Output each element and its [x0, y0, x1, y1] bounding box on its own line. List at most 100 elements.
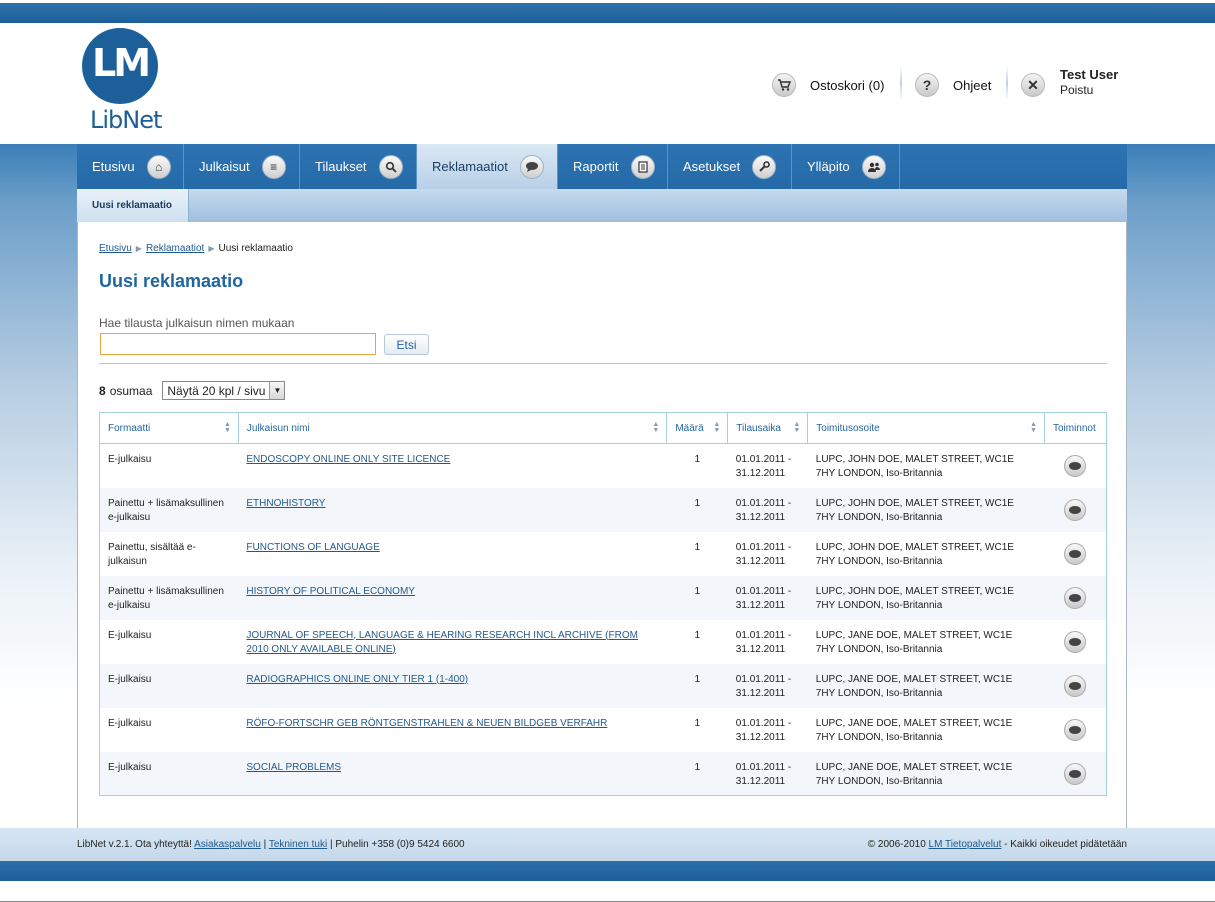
nav-item-etusivu[interactable]: Etusivu ⌂	[77, 144, 184, 189]
cell-quantity: 1	[666, 575, 728, 620]
cell-quantity: 1	[666, 751, 728, 796]
question-icon: ?	[915, 73, 939, 97]
chevron-down-icon[interactable]: ▼	[269, 382, 285, 399]
user-name: Test User	[1060, 67, 1119, 82]
cell-name: SOCIAL PROBLEMS	[238, 751, 667, 796]
publication-link[interactable]: RÖFO-FORTSCHR GEB RÖNTGENSTRAHLEN & NEUE…	[246, 718, 607, 729]
logout-link[interactable]: Poistu	[1060, 83, 1118, 97]
home-icon: ⌂	[146, 154, 171, 179]
sort-icon: ▲ ▼	[223, 421, 231, 434]
publication-link[interactable]: RADIOGRAPHICS ONLINE ONLY TIER 1 (1-400)	[246, 674, 468, 685]
footer-phone: Puhelin +358 (0)9 5424 6600	[335, 839, 465, 850]
cell-period: 01.01.2011 -31.12.2011	[735, 541, 792, 567]
claim-speech-bubble-icon[interactable]	[1064, 674, 1087, 697]
help-link[interactable]: ? Ohjeet	[915, 68, 991, 102]
cell-address: LUPC, JANE DOE, MALET STREET, WC1E 7HY LO…	[815, 629, 1013, 655]
column-header-delivery-address[interactable]: Toimitusosoite ▲ ▼	[807, 412, 1045, 444]
cell-address: LUPC, JOHN DOE, MALET STREET, WC1E 7HY LO…	[815, 454, 1014, 479]
claim-speech-bubble-icon[interactable]	[1064, 455, 1087, 477]
breadcrumb: Etusivu ▶ Reklamaatiot ▶ Uusi reklamaatio	[99, 243, 293, 254]
publication-link[interactable]: ETHNOHISTORY	[246, 498, 325, 509]
cell-format: E-julkaisu	[108, 717, 152, 729]
publication-link[interactable]: FUNCTIONS OF LANGUAGE	[246, 542, 379, 553]
breadcrumb-home-link[interactable]: Etusivu	[99, 243, 132, 254]
chevron-right-icon: ▶	[208, 244, 215, 253]
claim-speech-bubble-icon[interactable]	[1064, 762, 1087, 785]
footer-company-link[interactable]: LM Tietopalvelut	[929, 839, 1002, 850]
claim-speech-bubble-icon[interactable]	[1064, 630, 1087, 653]
footer-support-link[interactable]: Tekninen tuki	[269, 839, 327, 850]
claim-speech-bubble-icon[interactable]	[1064, 542, 1087, 565]
cart-link[interactable]: Ostoskori (0)	[772, 68, 884, 102]
wrench-icon	[752, 154, 777, 179]
per-page-select[interactable]: Näytä 20 kpl / sivu ▼	[162, 381, 286, 400]
search-button[interactable]: Etsi	[384, 334, 429, 355]
footer-customer-service-link[interactable]: Asiakaspalvelu	[194, 839, 261, 850]
nav-label: Julkaisut	[199, 159, 250, 174]
publication-link[interactable]: HISTORY OF POLITICAL ECONOMY	[246, 586, 415, 597]
nav-item-asetukset[interactable]: Asetukset	[668, 144, 792, 189]
cell-address: LUPC, JOHN DOE, MALET STREET, WC1E 7HY LO…	[807, 487, 1045, 532]
footer-left: LibNet v.2.1. Ota yhteyttä! Asiakaspalve…	[77, 839, 465, 850]
bottom-bar	[0, 861, 1215, 881]
top-bar	[0, 0, 1215, 24]
cell-period: 01.01.2011 -31.12.2011	[727, 575, 808, 620]
claim-speech-bubble-icon[interactable]	[1064, 586, 1087, 609]
publication-link[interactable]: JOURNAL OF SPEECH, LANGUAGE & HEARING RE…	[246, 630, 638, 655]
cell-period: 01.01.2011 -31.12.2011	[735, 629, 792, 655]
cell-name: JOURNAL OF SPEECH, LANGUAGE & HEARING RE…	[238, 620, 666, 664]
main-content: Etusivu ▶ Reklamaatiot ▶ Uusi reklamaatio Uu…	[77, 222, 1127, 828]
cell-actions	[1044, 444, 1106, 488]
user-block: Test User Poistu	[1060, 67, 1118, 97]
users-icon	[861, 154, 886, 179]
cell-quantity: 1	[694, 454, 701, 465]
sort-icon: ▲ ▼	[1030, 421, 1037, 434]
claim-speech-bubble-icon[interactable]	[1064, 498, 1087, 521]
stack-icon: ≡	[261, 154, 286, 179]
column-header-order-period[interactable]: Tilausaika ▲ ▼	[727, 412, 809, 444]
libnet-logo[interactable]: LM LibNet	[80, 28, 162, 138]
sort-icon: ▲ ▼	[713, 421, 721, 434]
table-row: E-julkaisu SOCIAL PROBLEMS 1 01.01.2011 …	[99, 751, 1107, 796]
claim-speech-bubble-icon[interactable]	[1064, 718, 1087, 741]
publication-link[interactable]: SOCIAL PROBLEMS	[246, 762, 341, 773]
column-header-name[interactable]: Julkaisun nimi ▲ ▼	[238, 412, 668, 444]
subnav-item-new-claim[interactable]: Uusi reklamaatio	[77, 189, 189, 222]
breadcrumb-current: Uusi reklamaatio	[218, 243, 293, 254]
nav-item-yllapito[interactable]: Ylläpito	[792, 144, 900, 189]
nav-item-reklamaatiot[interactable]: Reklamaatiot	[417, 144, 558, 189]
column-header-actions: Toiminnot	[1044, 412, 1108, 444]
per-page-value: Näytä 20 kpl / sivu	[167, 383, 266, 398]
publication-link[interactable]: ENDOSCOPY ONLINE ONLY SITE LICENCE	[246, 454, 450, 465]
page-title: Uusi reklamaatio	[99, 271, 244, 291]
results-bar: 8 osumaa Näytä 20 kpl / sivu ▼	[99, 381, 286, 400]
nav-item-tilaukset[interactable]: Tilaukset	[300, 144, 417, 189]
cell-address: LUPC, JANE DOE, MALET STREET, WC1E 7HY LO…	[807, 663, 1045, 708]
cart-label: Ostoskori (0)	[810, 77, 885, 93]
nav-label: Etusivu	[92, 159, 135, 174]
nav-label: Ylläpito	[807, 159, 850, 174]
cell-actions	[1044, 663, 1107, 708]
column-header-quantity[interactable]: Määrä ▲ ▼	[666, 412, 729, 444]
cell-format: E-julkaisu	[99, 663, 239, 708]
nav-label: Raportit	[573, 159, 619, 174]
table-row: E-julkaisu RÖFO-FORTSCHR GEB RÖNTGENSTRA…	[100, 708, 1107, 752]
cell-address: LUPC, JOHN DOE, MALET STREET, WC1E 7HY LO…	[807, 575, 1045, 620]
search-input[interactable]	[100, 333, 376, 355]
cell-name: HISTORY OF POLITICAL ECONOMY	[238, 575, 667, 620]
document-icon	[630, 154, 655, 179]
cell-name: ETHNOHISTORY	[238, 487, 667, 532]
nav-item-julkaisut[interactable]: Julkaisut ≡	[184, 144, 300, 189]
footer-right: © 2006-2010 LM Tietopalvelut - Kaikki oi…	[868, 839, 1127, 850]
nav-item-raportit[interactable]: Raportit	[558, 144, 668, 189]
footer-rights: - Kaikki oikeudet pidätetään	[1004, 839, 1127, 850]
logout-icon-button[interactable]: ✕	[1021, 68, 1059, 102]
claims-table: Formaatti ▲ ▼ Julkaisun nimi ▲ ▼ Määrä ▲ ▼ Til…	[99, 412, 1108, 796]
cell-address: LUPC, JOHN DOE, MALET STREET, WC1E 7HY LO…	[815, 541, 1014, 567]
table-row: E-julkaisu JOURNAL OF SPEECH, LANGUAGE &…	[100, 620, 1107, 664]
cell-name: RÖFO-FORTSCHR GEB RÖNTGENSTRAHLEN & NEUE…	[238, 708, 666, 752]
header: LM LibNet Ostoskori (0) ? Ohjeet ✕ Test …	[0, 24, 1215, 144]
column-header-format[interactable]: Formaatti ▲ ▼	[99, 412, 239, 444]
cell-quantity: 1	[666, 663, 728, 708]
breadcrumb-claims-link[interactable]: Reklamaatiot	[146, 243, 204, 254]
